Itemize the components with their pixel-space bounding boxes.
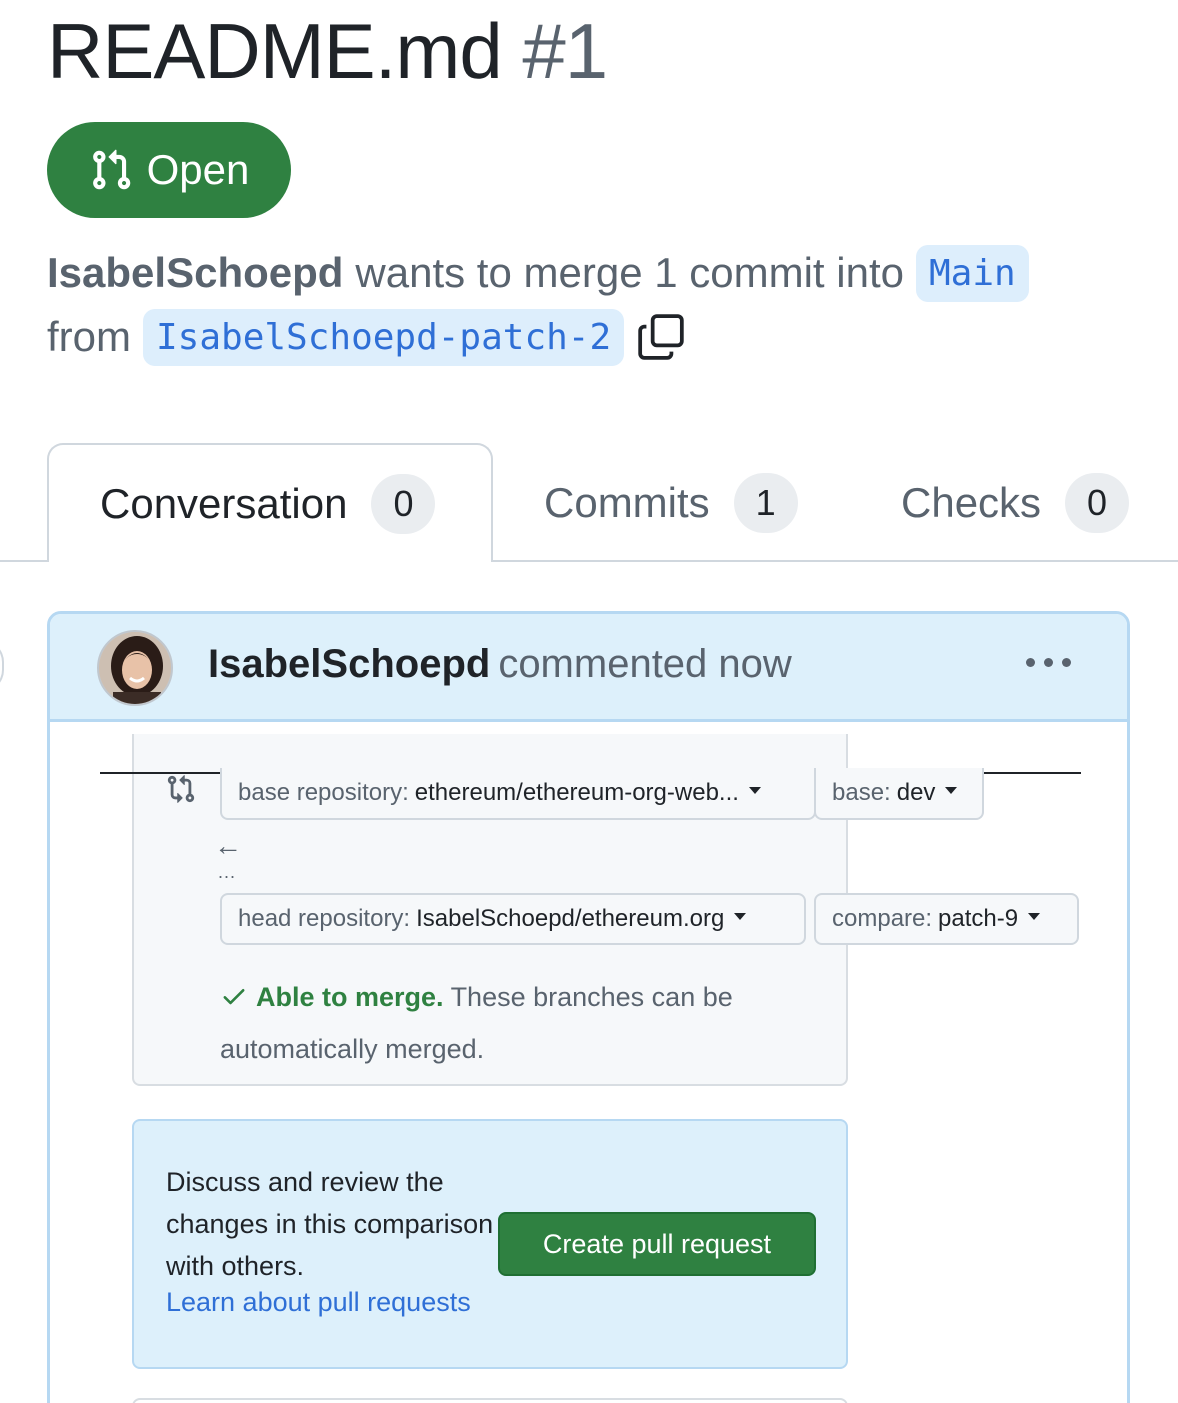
merge-ok-text: Able to merge. [256, 982, 444, 1012]
discuss-text: Discuss and review the changes in this c… [166, 1167, 494, 1281]
merge-description: IsabelSchoepd wants to merge 1 commit in… [47, 242, 1029, 304]
tab-count: 0 [371, 473, 436, 534]
base-repo-value: ethereum/ethereum-org-web... [414, 779, 739, 806]
git-pull-request-icon [92, 149, 130, 190]
pr-number: #1 [522, 7, 608, 95]
caret-down-icon [734, 912, 747, 920]
compare-value: patch-9 [938, 905, 1019, 932]
head-branch-link[interactable]: IsabelSchoepd-patch-2 [143, 308, 625, 366]
base-branch-link[interactable]: Main [915, 244, 1029, 302]
comment-author[interactable]: IsabelSchoepd [208, 642, 490, 686]
compare-label: compare: [832, 905, 933, 932]
head-repo-value: IsabelSchoepd/ethereum.org [416, 905, 725, 932]
base-repo-label: base repository: [238, 779, 409, 806]
compare-branch-select[interactable]: compare: patch-9 [814, 893, 1079, 945]
pr-author-link[interactable]: IsabelSchoepd [47, 249, 343, 297]
timeline-marker [0, 640, 4, 692]
copy-icon[interactable] [636, 312, 686, 362]
next-panel [132, 1398, 848, 1403]
arrow-left-icon: ← [214, 830, 242, 861]
from-text: from [47, 313, 131, 360]
comment-header: IsabelSchoepd commented now [50, 614, 1127, 722]
base-branch-select[interactable]: base: dev [814, 768, 984, 820]
avatar-image [99, 632, 171, 704]
base-label: base: [832, 779, 891, 806]
head-repo-label: head repository: [238, 905, 411, 932]
merge-status: Able to merge. These branches can be aut… [220, 971, 800, 1075]
pr-title: README.md [47, 7, 503, 95]
comment-timestamp[interactable]: commented now [498, 642, 791, 686]
kebab-horizontal-icon[interactable] [1026, 658, 1071, 667]
merge-description-from: from IsabelSchoepd-patch-2 [47, 306, 686, 368]
state-badge: Open [47, 122, 291, 218]
create-pull-request-button[interactable]: Create pull request [498, 1212, 816, 1276]
state-label: Open [146, 146, 250, 193]
caret-down-icon [748, 786, 761, 794]
check-icon [223, 989, 245, 1005]
tab-count: 0 [1065, 472, 1130, 533]
tab-conversation[interactable]: Conversation 0 [47, 443, 493, 562]
git-compare-icon [167, 775, 195, 803]
comment-author-line: IsabelSchoepd commented now [208, 642, 792, 687]
caret-down-icon [1028, 912, 1041, 920]
tab-checks[interactable]: Checks 0 [901, 443, 1130, 562]
comment-card: IsabelSchoepd commented now base reposito… [47, 611, 1130, 1403]
page-title: README.md #1 [47, 6, 608, 97]
ellipsis-icon: ... [218, 862, 237, 882]
tab-label: Checks [901, 478, 1042, 526]
tab-label: Commits [544, 478, 710, 526]
merge-text: wants to merge 1 commit into [355, 249, 904, 296]
caret-down-icon [945, 786, 958, 794]
discuss-panel: Discuss and review the changes in this c… [132, 1119, 848, 1369]
tab-label: Conversation [100, 479, 348, 527]
learn-pull-requests-link[interactable]: Learn about pull requests [166, 1287, 471, 1318]
tab-count: 1 [733, 472, 798, 533]
avatar[interactable] [97, 630, 173, 706]
base-repository-select[interactable]: base repository: ethereum/ethereum-org-w… [220, 768, 816, 820]
head-repository-select[interactable]: head repository: IsabelSchoepd/ethereum.… [220, 893, 806, 945]
tab-commits[interactable]: Commits 1 [544, 443, 798, 562]
base-value: dev [896, 779, 936, 806]
